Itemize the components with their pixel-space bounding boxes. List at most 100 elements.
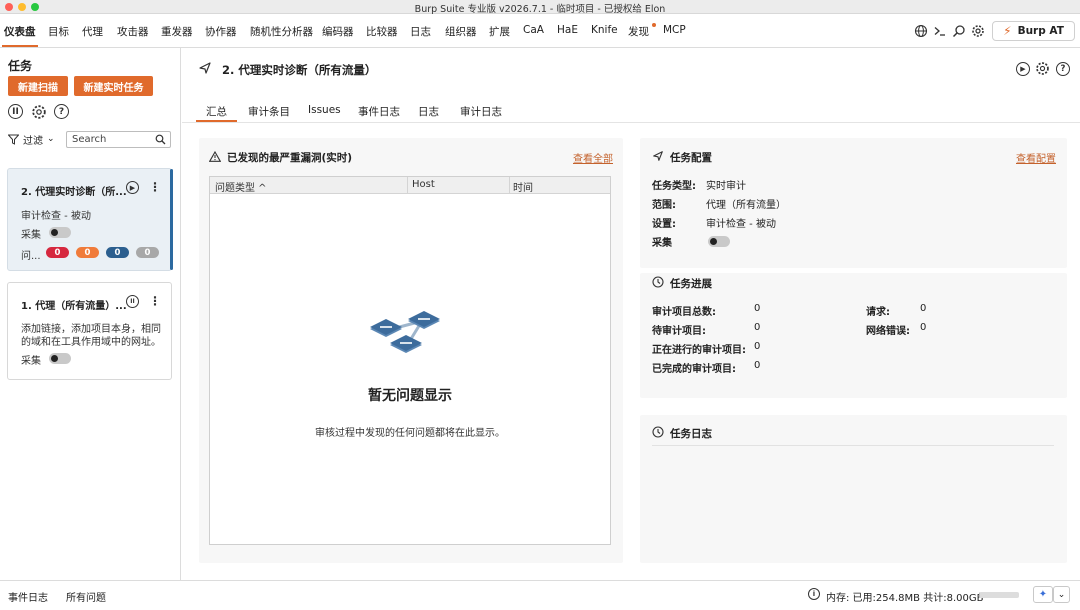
empty-state-subtitle: 审核过程中发现的任何问题都将在此显示。 [315, 428, 505, 439]
new-scan-button[interactable]: 新建扫描 [8, 76, 68, 96]
title-bar: Burp Suite 专业版 v2026.7.1 - 临时项目 - 已授权给 E… [0, 0, 1080, 15]
menu-caa[interactable]: CaA [523, 24, 544, 36]
task-description-line2: 的域和在工具作用域中的网址。 [21, 337, 161, 348]
menu-sequencer[interactable]: 随机性分析器 [250, 24, 313, 39]
column-divider[interactable] [509, 177, 510, 194]
issues-label: 问... [21, 251, 41, 262]
settings-gear-icon[interactable] [1035, 61, 1050, 76]
menu-hae[interactable]: HaE [557, 24, 578, 36]
tab-issues[interactable]: Issues [308, 104, 341, 116]
empty-state-title: 暂无问题显示 [368, 388, 452, 404]
capture-toggle[interactable] [708, 236, 730, 247]
tab-logger[interactable]: 日志 [418, 104, 439, 119]
tasks-heading: 任务 [8, 59, 33, 73]
progress-value-total-items: 0 [754, 303, 761, 314]
status-dropdown-button[interactable]: ⌄ [1053, 586, 1070, 603]
tab-audit-items[interactable]: 审计条目 [248, 104, 290, 119]
task-title: 1. 代理（所有流量）... [21, 301, 127, 312]
pause-icon[interactable]: II [8, 104, 23, 119]
memory-usage-bar [979, 592, 1019, 598]
menu-target[interactable]: 目标 [48, 24, 69, 39]
column-host[interactable]: Host [412, 179, 435, 190]
more-options-icon[interactable]: ⋮ [149, 294, 161, 308]
top-menu-bar: 仪表盘 目标 代理 攻击器 重发器 协作器 随机性分析器 编码器 比较器 日志 … [0, 14, 1080, 48]
menu-discover[interactable]: 发现 [628, 24, 649, 39]
navigation-arrow-icon[interactable] [198, 61, 212, 75]
tab-event-log[interactable]: 事件日志 [358, 104, 400, 119]
more-options-icon[interactable]: ⋮ [149, 180, 161, 194]
column-divider[interactable] [407, 177, 408, 194]
menu-dashboard[interactable]: 仪表盘 [4, 24, 36, 39]
event-log-button[interactable]: 事件日志 [8, 589, 48, 604]
ai-sparkle-button[interactable]: ✦ [1033, 586, 1053, 603]
notification-dot [652, 23, 656, 27]
tab-summary[interactable]: 汇总 [206, 104, 227, 119]
progress-key-requests: 请求: [866, 307, 890, 318]
capture-toggle[interactable] [49, 227, 71, 238]
chevron-down-icon: ⌄ [47, 134, 55, 144]
column-issue-type[interactable]: 问题类型 ^ [215, 179, 267, 194]
task-card-proxy-all-traffic[interactable]: 1. 代理（所有流量）... II ⋮ 添加链接，添加项目本身，相同 的域和在工… [7, 282, 172, 380]
filter-icon [8, 134, 19, 145]
task-config-panel: 任务配置 查看配置 任务类型: 实时审计 范围: 代理（所有流量） 设置: 审计… [640, 138, 1067, 268]
progress-value-requests: 0 [920, 303, 927, 314]
settings-gear-icon[interactable] [971, 24, 985, 38]
memory-usage-fill [979, 592, 981, 598]
menu-proxy[interactable]: 代理 [82, 24, 103, 39]
navigation-arrow-icon [653, 151, 663, 161]
menu-mcp[interactable]: MCP [663, 24, 686, 36]
view-config-link[interactable]: 查看配置 [1016, 150, 1056, 165]
search-placeholder: Search [72, 134, 107, 145]
filter-control[interactable]: 过滤 ⌄ [8, 131, 55, 147]
globe-icon[interactable] [914, 24, 928, 38]
clock-icon [652, 276, 664, 288]
pause-icon[interactable]: II [126, 295, 139, 308]
help-icon[interactable]: ? [1056, 62, 1070, 76]
progress-value-completed-items: 0 [754, 360, 761, 371]
search-icon[interactable] [952, 24, 966, 38]
capture-label: 采集 [21, 356, 41, 367]
new-live-task-button[interactable]: 新建实时任务 [74, 76, 153, 96]
all-issues-button[interactable]: 所有问题 [66, 589, 106, 604]
config-value-settings: 审计检查 - 被动 [706, 219, 776, 230]
filter-label: 过滤 [23, 135, 43, 147]
tab-audit-log[interactable]: 审计日志 [460, 104, 502, 119]
burp-at-label: Burp AT [1017, 25, 1064, 37]
search-icon [155, 134, 166, 145]
menu-organizer[interactable]: 组织器 [445, 24, 477, 39]
help-icon[interactable]: ? [54, 104, 69, 119]
issue-count-info: 0 [136, 247, 159, 258]
search-input[interactable]: Search [66, 131, 171, 148]
task-log-title: 任务日志 [670, 428, 712, 440]
play-icon[interactable]: ▶ [126, 181, 139, 194]
burp-at-button[interactable]: ⚡ Burp AT [992, 21, 1075, 41]
menu-repeater[interactable]: 重发器 [161, 24, 193, 39]
page-title: 2. 代理实时诊断（所有流量） [222, 63, 377, 77]
task-card-live-audit[interactable]: 2. 代理实时诊断（所... ▶ ⋮ 审计检查 - 被动 采集 问... 0 0… [7, 168, 173, 271]
active-menu-indicator [2, 45, 38, 47]
progress-key-in-progress-items: 正在进行的审计项目: [652, 345, 746, 356]
config-key-settings: 设置: [652, 219, 676, 230]
menu-collaborator[interactable]: 协作器 [205, 24, 237, 39]
info-icon: i [808, 588, 820, 600]
menu-intruder[interactable]: 攻击器 [117, 24, 149, 39]
menu-knife[interactable]: Knife [591, 24, 618, 36]
tabs-divider [182, 122, 1080, 123]
terminal-icon[interactable] [933, 24, 947, 38]
view-all-link[interactable]: 查看全部 [573, 150, 613, 165]
log-divider [652, 445, 1054, 446]
issue-count-medium: 0 [76, 247, 99, 258]
play-icon[interactable]: ▶ [1016, 62, 1030, 76]
progress-key-completed-items: 已完成的审计项目: [652, 364, 736, 375]
menu-extensions[interactable]: 扩展 [489, 24, 510, 39]
menu-logger[interactable]: 日志 [410, 24, 431, 39]
bolt-icon: ⚡ [1003, 24, 1012, 38]
menu-comparer[interactable]: 比较器 [366, 24, 398, 39]
capture-toggle[interactable] [49, 353, 71, 364]
progress-value-network-errors: 0 [920, 322, 927, 333]
settings-gear-icon[interactable] [31, 104, 47, 120]
menu-decoder[interactable]: 编码器 [322, 24, 354, 39]
issue-count-low: 0 [106, 247, 129, 258]
task-config-title: 任务配置 [670, 152, 712, 164]
column-time[interactable]: 时间 [513, 179, 533, 194]
